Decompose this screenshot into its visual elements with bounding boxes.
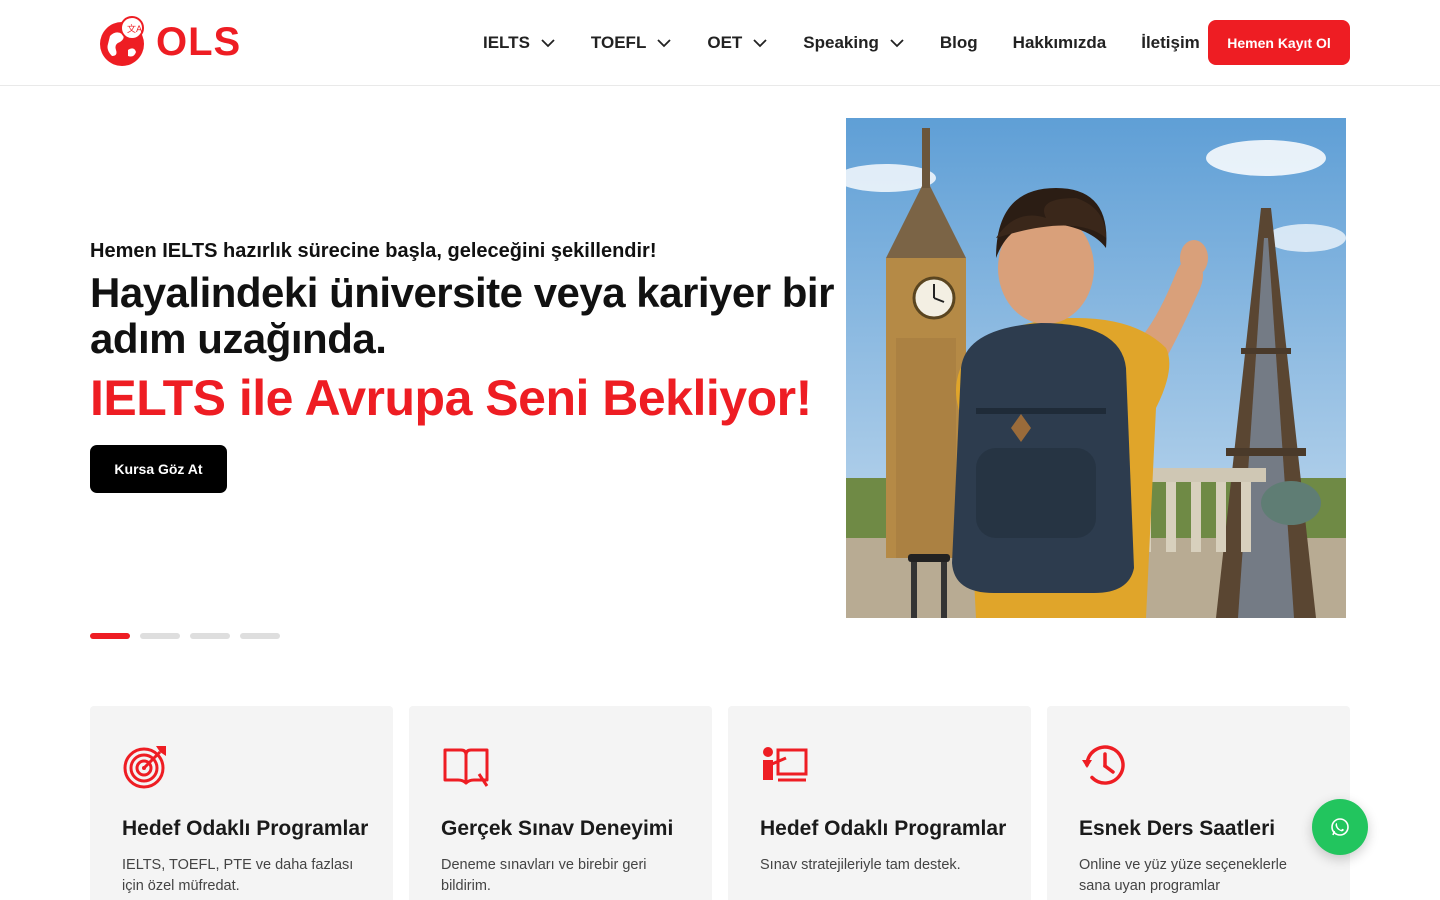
open-book-icon <box>443 748 489 787</box>
globe-logo-icon: 文A <box>100 16 144 66</box>
slider-dot[interactable] <box>190 633 230 639</box>
nav-item-label: İletişim <box>1141 33 1200 52</box>
nav-item-toefl[interactable]: TOEFL <box>591 33 672 53</box>
nav-item-ielts[interactable]: IELTS <box>483 33 556 53</box>
nav-item-about[interactable]: Hakkımızda <box>1013 33 1107 53</box>
chevron-down-icon <box>890 39 904 48</box>
hero-subtitle: Hemen IELTS hazırlık sürecine başla, gel… <box>90 240 657 262</box>
feature-title: Esnek Ders Saatleri <box>1079 817 1276 840</box>
register-button[interactable]: Hemen Kayıt Ol <box>1208 20 1350 65</box>
feature-desc: Sınav stratejileriyle tam destek. <box>760 857 961 873</box>
hero-image <box>846 118 1346 618</box>
nav-item-contact[interactable]: İletişim <box>1141 33 1200 53</box>
whatsapp-icon <box>1331 818 1349 836</box>
site-header: 文A OLS IELTS TOEFL OET Speaking Blog Hak… <box>0 0 1440 86</box>
svg-text:文A: 文A <box>127 23 143 35</box>
teacher-board-icon <box>763 747 808 782</box>
logo[interactable]: 文A OLS <box>96 14 241 68</box>
nav-item-label: Hakkımızda <box>1012 33 1107 52</box>
feature-cards: Hedef Odaklı Programlar IELTS, TOEFL, PT… <box>90 706 1350 900</box>
history-clock-icon <box>1082 745 1125 785</box>
feature-title: Hedef Odaklı Programlar <box>122 817 369 840</box>
feature-card: Esnek Ders Saatleri Online ve yüz yüze s… <box>1047 706 1350 900</box>
nav-item-blog[interactable]: Blog <box>940 33 978 53</box>
nav-item-label: OET <box>707 33 743 52</box>
student-landmarks-image <box>846 118 1346 618</box>
feature-title: Hedef Odaklı Programlar <box>760 817 1007 840</box>
nav-item-label: Blog <box>939 33 978 52</box>
chevron-down-icon <box>541 39 555 48</box>
chevron-down-icon <box>753 39 767 48</box>
feature-desc: Deneme sınavları ve birebir geri bildiri… <box>441 857 647 894</box>
feature-card: Hedef Odaklı Programlar Sınav stratejile… <box>728 706 1031 900</box>
slider-dot[interactable] <box>90 633 130 639</box>
slider-dots <box>90 633 280 639</box>
feature-desc: IELTS, TOEFL, PTE ve daha fazlası için ö… <box>122 857 354 894</box>
nav-item-label: Speaking <box>803 33 879 52</box>
target-icon <box>123 746 166 789</box>
chevron-down-icon <box>657 39 671 48</box>
nav-item-label: IELTS <box>483 33 530 52</box>
hero-accent-heading: IELTS ile Avrupa Seni Bekliyor! <box>90 370 812 426</box>
browse-course-button[interactable]: Kursa Göz At <box>90 445 227 493</box>
main-nav: IELTS TOEFL OET Speaking Blog Hakkımızda… <box>483 0 1235 86</box>
hero-title: Hayalindeki üniversite veya kariyer bir … <box>90 269 834 362</box>
whatsapp-button[interactable] <box>1312 799 1368 855</box>
feature-desc: Online ve yüz yüze seçeneklerle sana uya… <box>1079 857 1287 894</box>
logo-text: OLS <box>156 20 242 64</box>
nav-item-speaking[interactable]: Speaking <box>803 33 905 53</box>
feature-card: Hedef Odaklı Programlar IELTS, TOEFL, PT… <box>90 706 393 900</box>
slider-dot[interactable] <box>140 633 180 639</box>
feature-title: Gerçek Sınav Deneyimi <box>441 817 674 840</box>
feature-card: Gerçek Sınav Deneyimi Deneme sınavları v… <box>409 706 712 900</box>
nav-item-oet[interactable]: OET <box>707 33 768 53</box>
nav-item-label: TOEFL <box>590 33 647 52</box>
slider-dot[interactable] <box>240 633 280 639</box>
